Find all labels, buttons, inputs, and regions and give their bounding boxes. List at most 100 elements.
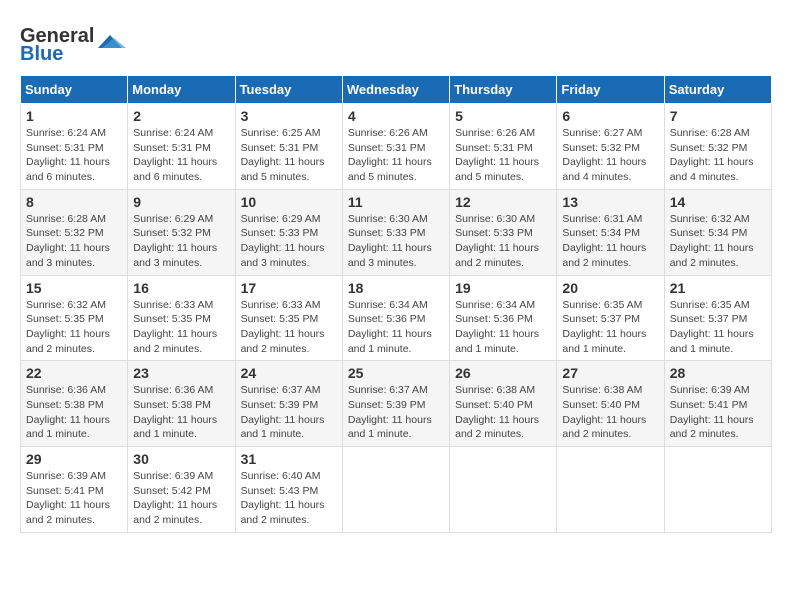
day-number: 9 — [133, 194, 229, 210]
day-number: 14 — [670, 194, 766, 210]
day-info: Sunrise: 6:38 AM Sunset: 5:40 PM Dayligh… — [562, 383, 658, 442]
day-number: 13 — [562, 194, 658, 210]
day-number: 27 — [562, 365, 658, 381]
column-header-sunday: Sunday — [21, 76, 128, 104]
calendar-day-cell: 2 Sunrise: 6:24 AM Sunset: 5:31 PM Dayli… — [128, 104, 235, 190]
day-info: Sunrise: 6:24 AM Sunset: 5:31 PM Dayligh… — [26, 126, 122, 185]
calendar-day-cell: 13 Sunrise: 6:31 AM Sunset: 5:34 PM Dayl… — [557, 189, 664, 275]
calendar-day-cell: 22 Sunrise: 6:36 AM Sunset: 5:38 PM Dayl… — [21, 361, 128, 447]
column-header-thursday: Thursday — [450, 76, 557, 104]
calendar-day-cell: 24 Sunrise: 6:37 AM Sunset: 5:39 PM Dayl… — [235, 361, 342, 447]
day-info: Sunrise: 6:32 AM Sunset: 5:35 PM Dayligh… — [26, 298, 122, 357]
empty-day-cell — [664, 447, 771, 533]
column-header-saturday: Saturday — [664, 76, 771, 104]
empty-day-cell — [557, 447, 664, 533]
day-info: Sunrise: 6:35 AM Sunset: 5:37 PM Dayligh… — [562, 298, 658, 357]
day-info: Sunrise: 6:30 AM Sunset: 5:33 PM Dayligh… — [348, 212, 444, 271]
day-number: 3 — [241, 108, 337, 124]
day-info: Sunrise: 6:39 AM Sunset: 5:42 PM Dayligh… — [133, 469, 229, 528]
day-number: 23 — [133, 365, 229, 381]
calendar-day-cell: 15 Sunrise: 6:32 AM Sunset: 5:35 PM Dayl… — [21, 275, 128, 361]
calendar-day-cell: 30 Sunrise: 6:39 AM Sunset: 5:42 PM Dayl… — [128, 447, 235, 533]
empty-day-cell — [342, 447, 449, 533]
day-number: 17 — [241, 280, 337, 296]
day-info: Sunrise: 6:27 AM Sunset: 5:32 PM Dayligh… — [562, 126, 658, 185]
calendar-week-row: 15 Sunrise: 6:32 AM Sunset: 5:35 PM Dayl… — [21, 275, 772, 361]
day-info: Sunrise: 6:28 AM Sunset: 5:32 PM Dayligh… — [26, 212, 122, 271]
day-number: 6 — [562, 108, 658, 124]
calendar-day-cell: 12 Sunrise: 6:30 AM Sunset: 5:33 PM Dayl… — [450, 189, 557, 275]
calendar-day-cell: 21 Sunrise: 6:35 AM Sunset: 5:37 PM Dayl… — [664, 275, 771, 361]
day-info: Sunrise: 6:39 AM Sunset: 5:41 PM Dayligh… — [26, 469, 122, 528]
day-info: Sunrise: 6:26 AM Sunset: 5:31 PM Dayligh… — [455, 126, 551, 185]
day-info: Sunrise: 6:31 AM Sunset: 5:34 PM Dayligh… — [562, 212, 658, 271]
day-number: 18 — [348, 280, 444, 296]
calendar-table: SundayMondayTuesdayWednesdayThursdayFrid… — [20, 75, 772, 533]
calendar-week-row: 8 Sunrise: 6:28 AM Sunset: 5:32 PM Dayli… — [21, 189, 772, 275]
calendar-day-cell: 6 Sunrise: 6:27 AM Sunset: 5:32 PM Dayli… — [557, 104, 664, 190]
day-number: 31 — [241, 451, 337, 467]
calendar-day-cell: 28 Sunrise: 6:39 AM Sunset: 5:41 PM Dayl… — [664, 361, 771, 447]
day-number: 30 — [133, 451, 229, 467]
day-number: 20 — [562, 280, 658, 296]
day-info: Sunrise: 6:30 AM Sunset: 5:33 PM Dayligh… — [455, 212, 551, 271]
day-info: Sunrise: 6:35 AM Sunset: 5:37 PM Dayligh… — [670, 298, 766, 357]
day-info: Sunrise: 6:36 AM Sunset: 5:38 PM Dayligh… — [26, 383, 122, 442]
day-number: 7 — [670, 108, 766, 124]
day-number: 16 — [133, 280, 229, 296]
day-info: Sunrise: 6:33 AM Sunset: 5:35 PM Dayligh… — [241, 298, 337, 357]
calendar-week-row: 22 Sunrise: 6:36 AM Sunset: 5:38 PM Dayl… — [21, 361, 772, 447]
day-number: 25 — [348, 365, 444, 381]
day-number: 12 — [455, 194, 551, 210]
day-number: 24 — [241, 365, 337, 381]
column-header-tuesday: Tuesday — [235, 76, 342, 104]
calendar-header-row: SundayMondayTuesdayWednesdayThursdayFrid… — [21, 76, 772, 104]
day-info: Sunrise: 6:39 AM Sunset: 5:41 PM Dayligh… — [670, 383, 766, 442]
calendar-day-cell: 7 Sunrise: 6:28 AM Sunset: 5:32 PM Dayli… — [664, 104, 771, 190]
day-info: Sunrise: 6:33 AM Sunset: 5:35 PM Dayligh… — [133, 298, 229, 357]
calendar-day-cell: 27 Sunrise: 6:38 AM Sunset: 5:40 PM Dayl… — [557, 361, 664, 447]
calendar-day-cell: 3 Sunrise: 6:25 AM Sunset: 5:31 PM Dayli… — [235, 104, 342, 190]
calendar-day-cell: 20 Sunrise: 6:35 AM Sunset: 5:37 PM Dayl… — [557, 275, 664, 361]
calendar-day-cell: 1 Sunrise: 6:24 AM Sunset: 5:31 PM Dayli… — [21, 104, 128, 190]
day-info: Sunrise: 6:25 AM Sunset: 5:31 PM Dayligh… — [241, 126, 337, 185]
day-number: 15 — [26, 280, 122, 296]
day-number: 22 — [26, 365, 122, 381]
day-info: Sunrise: 6:37 AM Sunset: 5:39 PM Dayligh… — [241, 383, 337, 442]
calendar-day-cell: 11 Sunrise: 6:30 AM Sunset: 5:33 PM Dayl… — [342, 189, 449, 275]
day-info: Sunrise: 6:26 AM Sunset: 5:31 PM Dayligh… — [348, 126, 444, 185]
calendar-week-row: 29 Sunrise: 6:39 AM Sunset: 5:41 PM Dayl… — [21, 447, 772, 533]
calendar-day-cell: 5 Sunrise: 6:26 AM Sunset: 5:31 PM Dayli… — [450, 104, 557, 190]
logo: General Blue — [20, 20, 130, 65]
calendar-day-cell: 26 Sunrise: 6:38 AM Sunset: 5:40 PM Dayl… — [450, 361, 557, 447]
day-info: Sunrise: 6:34 AM Sunset: 5:36 PM Dayligh… — [348, 298, 444, 357]
day-number: 21 — [670, 280, 766, 296]
calendar-day-cell: 23 Sunrise: 6:36 AM Sunset: 5:38 PM Dayl… — [128, 361, 235, 447]
day-info: Sunrise: 6:36 AM Sunset: 5:38 PM Dayligh… — [133, 383, 229, 442]
day-info: Sunrise: 6:37 AM Sunset: 5:39 PM Dayligh… — [348, 383, 444, 442]
day-number: 5 — [455, 108, 551, 124]
calendar-day-cell: 16 Sunrise: 6:33 AM Sunset: 5:35 PM Dayl… — [128, 275, 235, 361]
calendar-day-cell: 10 Sunrise: 6:29 AM Sunset: 5:33 PM Dayl… — [235, 189, 342, 275]
day-info: Sunrise: 6:28 AM Sunset: 5:32 PM Dayligh… — [670, 126, 766, 185]
day-number: 11 — [348, 194, 444, 210]
day-info: Sunrise: 6:29 AM Sunset: 5:32 PM Dayligh… — [133, 212, 229, 271]
page-header: General Blue — [20, 20, 772, 65]
calendar-day-cell: 4 Sunrise: 6:26 AM Sunset: 5:31 PM Dayli… — [342, 104, 449, 190]
column-header-monday: Monday — [128, 76, 235, 104]
calendar-day-cell: 29 Sunrise: 6:39 AM Sunset: 5:41 PM Dayl… — [21, 447, 128, 533]
calendar-day-cell: 14 Sunrise: 6:32 AM Sunset: 5:34 PM Dayl… — [664, 189, 771, 275]
day-number: 19 — [455, 280, 551, 296]
calendar-day-cell: 9 Sunrise: 6:29 AM Sunset: 5:32 PM Dayli… — [128, 189, 235, 275]
day-number: 1 — [26, 108, 122, 124]
calendar-day-cell: 18 Sunrise: 6:34 AM Sunset: 5:36 PM Dayl… — [342, 275, 449, 361]
day-number: 29 — [26, 451, 122, 467]
day-number: 2 — [133, 108, 229, 124]
day-number: 10 — [241, 194, 337, 210]
column-header-friday: Friday — [557, 76, 664, 104]
day-info: Sunrise: 6:40 AM Sunset: 5:43 PM Dayligh… — [241, 469, 337, 528]
day-info: Sunrise: 6:29 AM Sunset: 5:33 PM Dayligh… — [241, 212, 337, 271]
day-info: Sunrise: 6:34 AM Sunset: 5:36 PM Dayligh… — [455, 298, 551, 357]
calendar-day-cell: 19 Sunrise: 6:34 AM Sunset: 5:36 PM Dayl… — [450, 275, 557, 361]
svg-text:Blue: Blue — [20, 43, 63, 65]
